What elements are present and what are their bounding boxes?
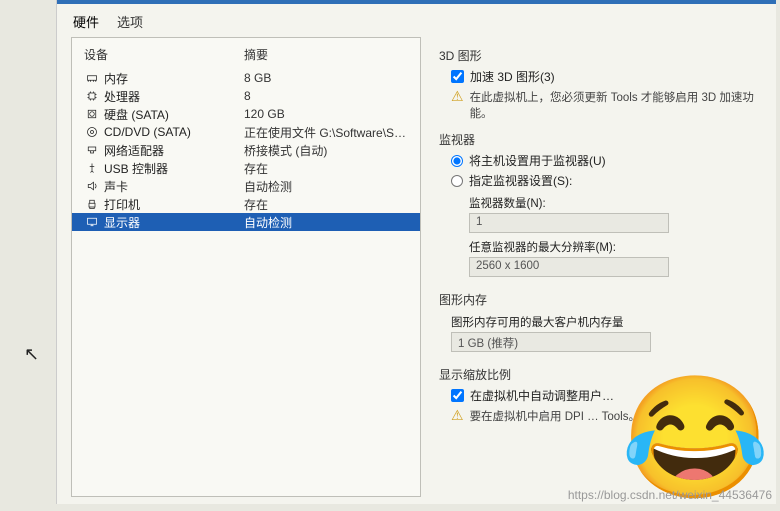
device-row[interactable]: 网络适配器桥接模式 (自动): [72, 141, 420, 159]
device-label: 硬盘 (SATA): [104, 106, 244, 123]
device-row[interactable]: 处理器8: [72, 87, 420, 105]
memory-icon: [84, 72, 100, 84]
device-row[interactable]: 显示器自动检测: [72, 213, 420, 231]
monitor-maxres-value: 2560 x 1600: [469, 257, 669, 277]
accelerate-3d-checkbox[interactable]: 加速 3D 图形(3): [451, 68, 762, 85]
gmem-hint: 图形内存可用的最大客户机内存量: [451, 314, 762, 330]
monitor-count-label: 监视器数量(N):: [469, 195, 762, 211]
device-list: 设备 摘要 内存8 GB处理器8硬盘 (SATA)120 GBCD/DVD (S…: [71, 37, 421, 497]
tools-warning: ⚠ 在此虚拟机上，您必须更新 Tools 才能够启用 3D 加速功能。: [451, 89, 762, 121]
device-label: USB 控制器: [104, 160, 244, 177]
device-row[interactable]: 硬盘 (SATA)120 GB: [72, 105, 420, 123]
autofit-input[interactable]: [451, 389, 464, 402]
device-label: 网络适配器: [104, 142, 244, 159]
radio-specify-input[interactable]: [451, 175, 463, 187]
device-row[interactable]: 内存8 GB: [72, 69, 420, 87]
device-label: CD/DVD (SATA): [104, 125, 244, 139]
display-icon: [84, 216, 100, 228]
sound-icon: [84, 180, 100, 192]
device-label: 声卡: [104, 178, 244, 195]
device-row[interactable]: CD/DVD (SATA)正在使用文件 G:\Software\Sys...: [72, 123, 420, 141]
device-value: 自动检测: [244, 178, 408, 195]
group-monitor-title: 监视器: [439, 131, 762, 148]
col-summary: 摘要: [244, 46, 268, 63]
radio-specify[interactable]: 指定监视器设置(S):: [451, 172, 762, 189]
device-label: 内存: [104, 70, 244, 87]
gmem-value: 1 GB (推荐): [451, 332, 651, 352]
device-value: 正在使用文件 G:\Software\Sys...: [244, 124, 408, 141]
tools-warning-text: 在此虚拟机上，您必须更新 Tools 才能够启用 3D 加速功能。: [470, 89, 762, 121]
dpi-warning: ⚠ 要在虚拟机中启用 DPI … Tools。: [451, 408, 762, 424]
mouse-cursor-icon: ↖: [24, 344, 39, 365]
warning-icon: ⚠: [451, 89, 464, 121]
radio-use-host-input[interactable]: [451, 155, 463, 167]
device-value: 8: [244, 89, 408, 103]
monitor-maxres-label: 任意监视器的最大分辨率(M):: [469, 239, 762, 255]
tab-options[interactable]: 选项: [115, 10, 145, 37]
device-value: 存在: [244, 160, 408, 177]
radio-specify-label: 指定监视器设置(S):: [469, 172, 572, 189]
autofit-checkbox[interactable]: 在虚拟机中自动调整用户…: [451, 387, 762, 404]
autofit-label: 在虚拟机中自动调整用户…: [470, 387, 614, 404]
device-list-header: 设备 摘要: [72, 46, 420, 69]
tabs: 硬件 选项: [57, 4, 776, 37]
accelerate-3d-label: 加速 3D 图形(3): [470, 68, 555, 85]
device-value: 存在: [244, 196, 408, 213]
device-value: 120 GB: [244, 107, 408, 121]
dpi-warning-text: 要在虚拟机中启用 DPI … Tools。: [470, 408, 640, 424]
tab-hardware[interactable]: 硬件: [71, 10, 101, 37]
nic-icon: [84, 144, 100, 156]
monitor-count-value: 1: [469, 213, 669, 233]
device-label: 处理器: [104, 88, 244, 105]
device-row[interactable]: 打印机存在: [72, 195, 420, 213]
disk-icon: [84, 108, 100, 120]
device-label: 打印机: [104, 196, 244, 213]
vm-settings-window: 硬件 选项 设备 摘要 内存8 GB处理器8硬盘 (SATA)120 GBCD/…: [56, 0, 776, 504]
radio-use-host[interactable]: 将主机设置用于监视器(U): [451, 152, 762, 169]
usb-icon: [84, 162, 100, 174]
radio-use-host-label: 将主机设置用于监视器(U): [469, 152, 606, 169]
group-scaling-title: 显示缩放比例: [439, 366, 762, 383]
device-row[interactable]: USB 控制器存在: [72, 159, 420, 177]
col-device: 设备: [84, 46, 244, 63]
accelerate-3d-input[interactable]: [451, 70, 464, 83]
printer-icon: [84, 198, 100, 210]
watermark: https://blog.csdn.net/weixin_44536476: [568, 488, 772, 502]
device-row[interactable]: 声卡自动检测: [72, 177, 420, 195]
device-label: 显示器: [104, 214, 244, 231]
group-gmem-title: 图形内存: [439, 291, 762, 308]
warning-icon: ⚠: [451, 408, 464, 424]
cpu-icon: [84, 90, 100, 102]
cd-icon: [84, 126, 100, 138]
device-value: 8 GB: [244, 71, 408, 85]
group-3d-title: 3D 图形: [439, 47, 762, 64]
device-value: 桥接模式 (自动): [244, 142, 408, 159]
display-settings: 3D 图形 加速 3D 图形(3) ⚠ 在此虚拟机上，您必须更新 Tools 才…: [421, 37, 762, 497]
content: 设备 摘要 内存8 GB处理器8硬盘 (SATA)120 GBCD/DVD (S…: [57, 37, 776, 511]
device-value: 自动检测: [244, 214, 408, 231]
